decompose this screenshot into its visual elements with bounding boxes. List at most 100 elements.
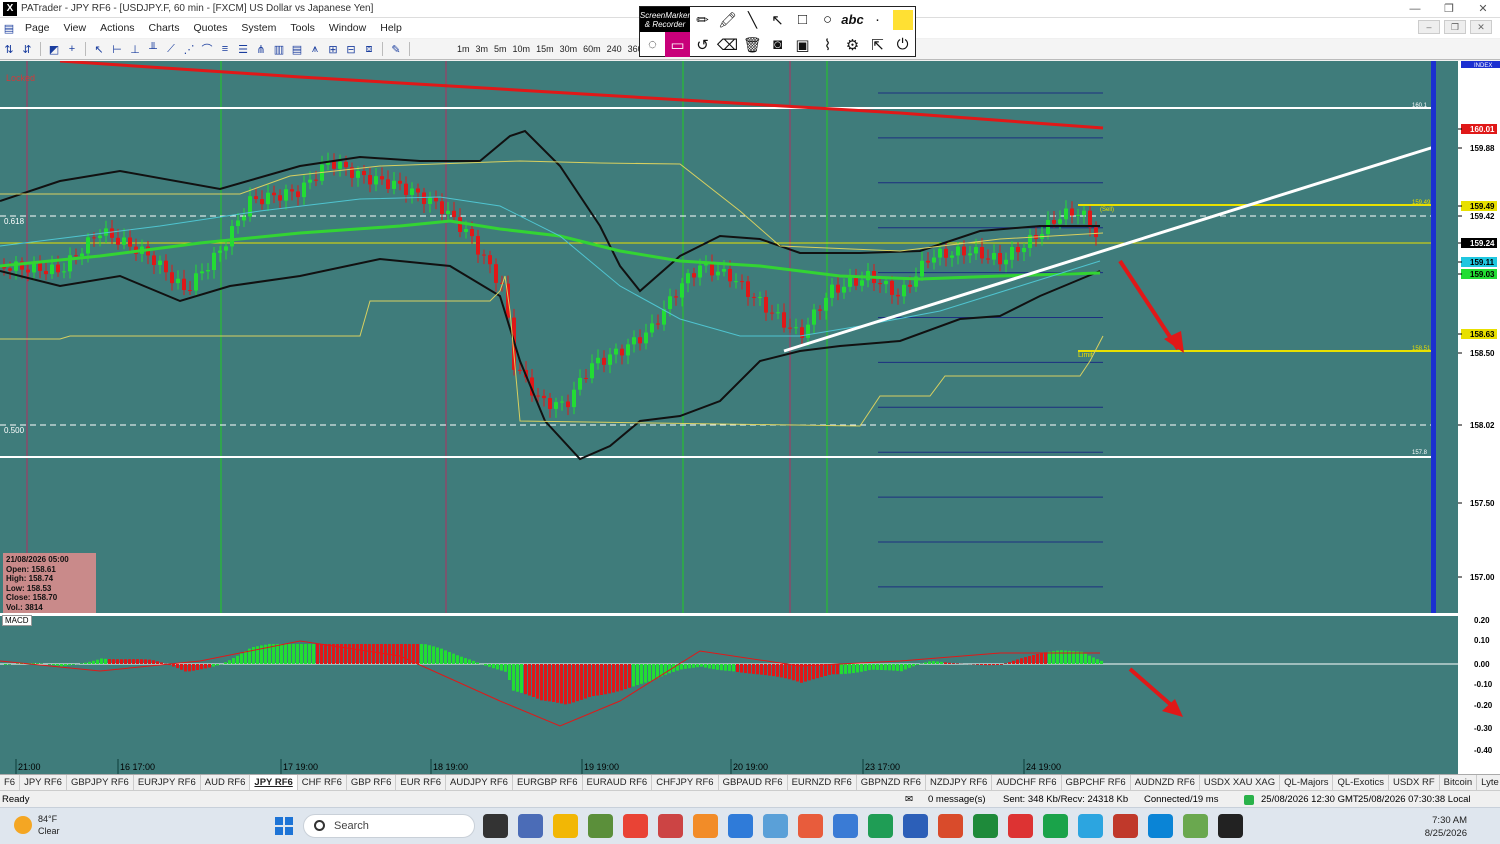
chart-tab[interactable]: GBPAUD RF6 <box>719 775 788 790</box>
page-icon[interactable]: ▤ <box>1 20 17 36</box>
draw-pen-icon[interactable]: ✎ <box>388 41 404 57</box>
chart-tab[interactable]: EURNZD RF6 <box>788 775 857 790</box>
maximize-button[interactable]: ❐ <box>1432 0 1466 18</box>
timeframe-60m[interactable]: 60m <box>580 44 604 54</box>
taskbar-app-icon[interactable] <box>588 814 613 838</box>
eraser-icon[interactable]: ⌫ <box>715 32 740 57</box>
regression-icon[interactable]: ⊟ <box>343 41 359 57</box>
chart-tab[interactable]: EURAUD RF6 <box>583 775 653 790</box>
taskbar-app-icon[interactable] <box>903 814 928 838</box>
fib-fan-icon[interactable]: ⋰ <box>181 41 197 57</box>
taskbar-app-icon[interactable] <box>1113 814 1138 838</box>
price-chart[interactable]: 0.618 0.500 160.1 159.49 158.51 157.8 (Sell) Li… <box>0 61 1500 774</box>
chart-tab[interactable]: AUDCHF RF6 <box>992 775 1062 790</box>
color-swatch-icon[interactable] <box>890 7 915 32</box>
taskbar-app-icon[interactable] <box>623 814 648 838</box>
weather-widget[interactable]: 84°F Clear <box>14 813 60 837</box>
fib-extension-icon[interactable]: ☰ <box>235 41 251 57</box>
export-icon[interactable]: ⇱ <box>865 32 890 57</box>
taskbar-app-icon[interactable] <box>693 814 718 838</box>
timeframe-15m[interactable]: 15m <box>533 44 557 54</box>
chart-tab[interactable]: AUDNZD RF6 <box>1131 775 1200 790</box>
fib-time-icon[interactable]: ⧈ <box>361 41 377 57</box>
rectangle-icon[interactable]: □ <box>790 7 815 32</box>
timeframe-10m[interactable]: 10m <box>510 44 534 54</box>
chart-tab[interactable]: JPY RF6 <box>20 775 67 790</box>
timeframe-240[interactable]: 240 <box>604 44 625 54</box>
taskbar-app-icon[interactable] <box>1008 814 1033 838</box>
hide-icon[interactable]: ◌ <box>640 32 665 57</box>
order-icon[interactable]: ⇵ <box>19 41 35 57</box>
menu-tools[interactable]: Tools <box>283 22 322 34</box>
gann-icon[interactable]: ▥ <box>271 41 287 57</box>
taskbar-app-icon[interactable] <box>658 814 683 838</box>
settings-icon[interactable]: ⚙ <box>840 32 865 57</box>
taskbar-app-icon[interactable] <box>1148 814 1173 838</box>
chart-tab[interactable]: GBPJPY RF6 <box>67 775 134 790</box>
brush-icon[interactable]: ⌇ <box>815 32 840 57</box>
chart-tab[interactable]: USDX XAU XAG <box>1200 775 1281 790</box>
taskbar-app-icon[interactable] <box>973 814 998 838</box>
taskbar-search[interactable]: Search <box>303 814 475 838</box>
timeframe-1m[interactable]: 1m <box>454 44 473 54</box>
history-icon[interactable]: ↺ <box>690 32 715 57</box>
taskbar-app-icon[interactable] <box>728 814 753 838</box>
screen-icon[interactable]: ▭ <box>665 32 690 57</box>
menu-help[interactable]: Help <box>373 22 409 34</box>
taskbar-app-icon[interactable] <box>1218 814 1243 838</box>
menu-charts[interactable]: Charts <box>142 22 187 34</box>
chart-tab[interactable]: QL-Majors <box>1280 775 1334 790</box>
trendline-icon[interactable]: ⟋ <box>163 41 179 57</box>
menu-quotes[interactable]: Quotes <box>186 22 234 34</box>
chart-tab[interactable]: AUD RF6 <box>201 775 251 790</box>
power-icon[interactable]: ⏻ <box>890 32 915 57</box>
andrews-pitchfork-icon[interactable]: ⋔ <box>253 41 269 57</box>
speed-lines-icon[interactable]: ⊞ <box>325 41 341 57</box>
chart-tab[interactable]: CHF RF6 <box>298 775 347 790</box>
arrow-icon[interactable]: ↖ <box>765 7 790 32</box>
taskbar-app-icon[interactable] <box>868 814 893 838</box>
taskbar-app-icon[interactable] <box>1078 814 1103 838</box>
child-minimize-button[interactable]: – <box>1418 20 1440 34</box>
taskbar-app-icon[interactable] <box>483 814 508 838</box>
channel-icon[interactable]: ▤ <box>289 41 305 57</box>
dot-icon[interactable]: · <box>865 7 890 32</box>
pen-icon[interactable]: ✏ <box>690 7 715 32</box>
chart-tab[interactable]: Bitcoin <box>1440 775 1478 790</box>
chart-tab[interactable]: QL-Exotics <box>1333 775 1389 790</box>
crosshair-icon[interactable]: + <box>64 41 80 57</box>
chart-tab[interactable]: AUDJPY RF6 <box>446 775 513 790</box>
cycle-lines-icon[interactable]: ⩚ <box>307 41 323 57</box>
taskbar-app-icon[interactable] <box>833 814 858 838</box>
text-icon[interactable]: abc <box>840 7 865 32</box>
chart-tab[interactable]: EURJPY RF6 <box>134 775 201 790</box>
taskbar-app-icon[interactable] <box>763 814 788 838</box>
chart-tab[interactable]: JPY RF6 <box>250 775 298 790</box>
chart-tab[interactable]: Lyte <box>1477 775 1500 790</box>
circle-icon[interactable]: ○ <box>815 7 840 32</box>
buy-sell-icon[interactable]: ⇅ <box>1 41 17 57</box>
chart-type-icon[interactable]: ◩ <box>46 41 62 57</box>
start-button[interactable] <box>275 817 293 835</box>
chart-tab[interactable]: GBP RF6 <box>347 775 397 790</box>
system-clock[interactable]: 7:30 AM 8/25/2026 <box>1425 814 1467 840</box>
timeframe-5m[interactable]: 5m <box>491 44 510 54</box>
taskbar-app-icon[interactable] <box>518 814 543 838</box>
parallel-lines-icon[interactable]: ╨ <box>145 41 161 57</box>
chart-tab[interactable]: GBPNZD RF6 <box>857 775 926 790</box>
chart-tab[interactable]: F6 <box>0 775 21 790</box>
minimize-button[interactable]: — <box>1398 0 1432 18</box>
marker-icon[interactable]: 🖍 <box>715 7 740 32</box>
chart-tab[interactable]: CHFJPY RF6 <box>652 775 719 790</box>
chart-tab[interactable]: GBPCHF RF6 <box>1062 775 1131 790</box>
menu-system[interactable]: System <box>234 22 283 34</box>
taskbar-app-icon[interactable] <box>938 814 963 838</box>
vertical-line-icon[interactable]: ⊥ <box>127 41 143 57</box>
timeframe-3m[interactable]: 3m <box>473 44 492 54</box>
record-icon[interactable]: ▣ <box>790 32 815 57</box>
close-button[interactable]: ✕ <box>1466 0 1500 18</box>
horizontal-line-icon[interactable]: ⊢ <box>109 41 125 57</box>
child-close-button[interactable]: ✕ <box>1470 20 1492 34</box>
fib-retracement-icon[interactable]: ≡ <box>217 41 233 57</box>
chart-window[interactable]: 0.618 0.500 160.1 159.49 158.51 157.8 (Sell) Li… <box>0 61 1500 774</box>
